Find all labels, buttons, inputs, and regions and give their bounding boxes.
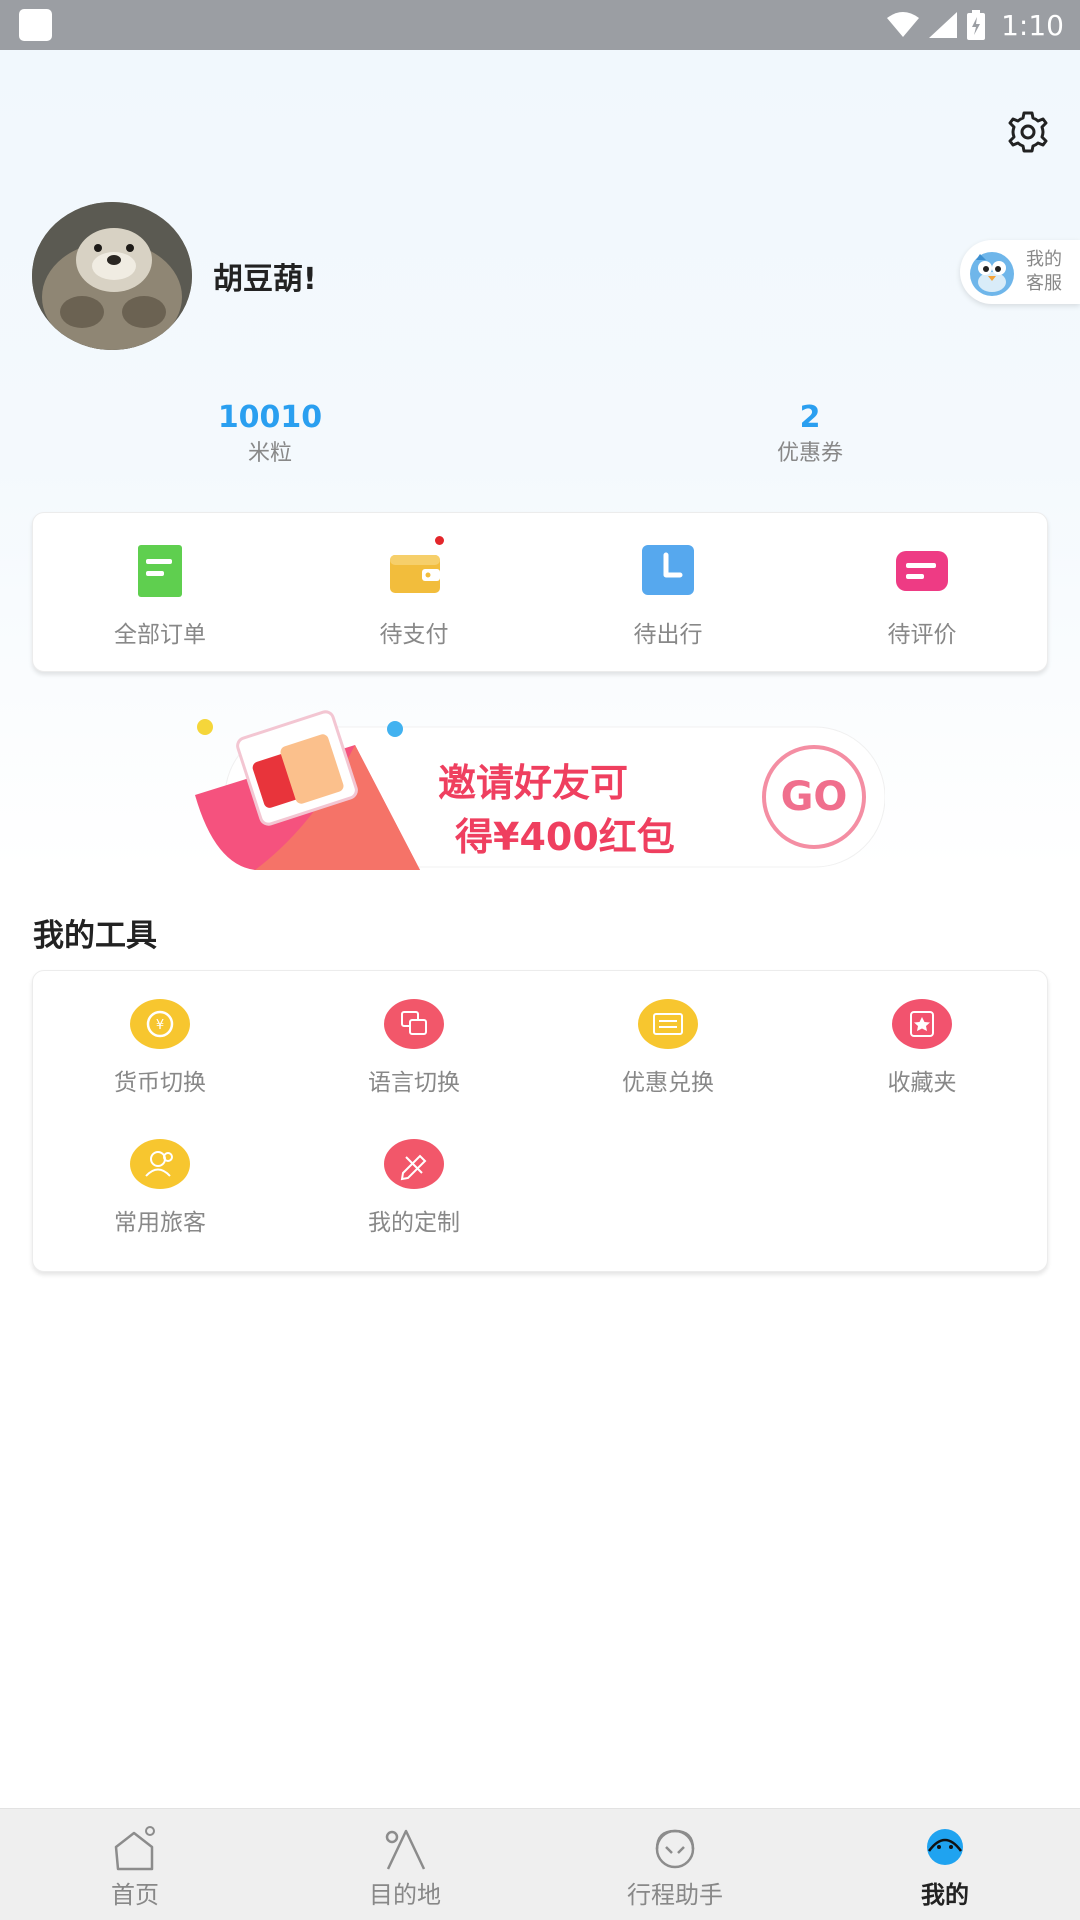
destination-icon <box>385 1829 426 1870</box>
order-pending-trip[interactable]: 待出行 <box>541 543 795 649</box>
tab-destination[interactable]: 目的地 <box>270 1809 540 1920</box>
comment-icon <box>896 551 948 591</box>
status-indicators: 1:10 <box>887 0 1064 50</box>
avatar[interactable] <box>32 202 192 350</box>
coupons-label: 优惠券 <box>776 441 843 466</box>
tab-destination-label: 目的地 <box>369 1881 441 1909</box>
status-time: 1:10 <box>1001 8 1064 42</box>
language-icon <box>384 999 444 1049</box>
customer-service-label: 我的 客服 <box>1026 249 1062 294</box>
tool-currency-label: 货币切换 <box>114 1070 206 1096</box>
tool-favorites[interactable]: 收藏夹 <box>795 999 1049 1097</box>
username: 胡豆葫! <box>213 262 317 297</box>
order-pending-trip-label: 待出行 <box>633 622 703 648</box>
points-stat[interactable]: 10010 米粒 <box>120 398 420 470</box>
wallet-icon <box>390 555 440 593</box>
assistant-icon <box>655 1829 695 1869</box>
custom-icon <box>384 1139 444 1189</box>
favorites-icon <box>892 999 952 1049</box>
order-list-icon <box>138 545 182 597</box>
tab-trip-assistant[interactable]: 行程助手 <box>540 1809 810 1920</box>
banner-line2: 得¥400红包 <box>455 815 675 859</box>
settings-gear-icon[interactable] <box>1004 108 1052 156</box>
tab-home[interactable]: 首页 <box>0 1809 270 1920</box>
bird-mascot-icon <box>970 252 1014 296</box>
signal-icon <box>929 12 958 38</box>
tool-customization[interactable]: 我的定制 <box>287 1139 541 1237</box>
banner-line1: 邀请好友可 <box>438 761 629 805</box>
tool-currency[interactable]: ¥ 货币切换 <box>33 999 287 1097</box>
points-value: 10010 <box>217 400 323 435</box>
customer-service-button[interactable]: 我的 客服 <box>960 240 1080 304</box>
avatar-image <box>32 202 192 350</box>
order-all-label: 全部订单 <box>114 622 206 648</box>
travelers-icon <box>130 1139 190 1189</box>
tab-home-label: 首页 <box>111 1881 159 1909</box>
order-all[interactable]: 全部订单 <box>33 543 287 649</box>
notification-icon <box>19 9 52 41</box>
tool-customization-label: 我的定制 <box>368 1210 460 1236</box>
tool-language-label: 语言切换 <box>368 1070 460 1096</box>
home-icon <box>114 1826 155 1871</box>
bottom-tab-bar: 首页 目的地 行程助手 我的 <box>0 1808 1080 1920</box>
tab-trip-assistant-label: 行程助手 <box>627 1881 723 1909</box>
banner-go-button[interactable]: GO <box>762 745 866 849</box>
tool-coupon-exchange-label: 优惠兑换 <box>622 1070 714 1096</box>
tab-profile[interactable]: 我的 <box>810 1809 1080 1920</box>
points-label: 米粒 <box>247 441 292 466</box>
tool-travelers-label: 常用旅客 <box>114 1210 206 1236</box>
tools-card: ¥ 货币切换 语言切换 优惠兑换 收藏夹 常用旅客 我的定制 <box>32 970 1048 1272</box>
battery-icon <box>967 10 986 40</box>
coupons-value: 2 <box>799 400 821 435</box>
clock-icon <box>642 545 694 595</box>
profile-icon <box>927 1829 963 1865</box>
order-pending-review[interactable]: 待评价 <box>795 543 1049 649</box>
orders-card: 全部订单 待支付 待出行 待评价 <box>32 512 1048 672</box>
tools-section-title: 我的工具 <box>33 918 157 954</box>
order-pending-review-label: 待评价 <box>887 622 957 648</box>
svg-text:¥: ¥ <box>156 1018 164 1033</box>
wifi-icon <box>887 12 920 37</box>
tool-language[interactable]: 语言切换 <box>287 999 541 1097</box>
ticket-icon <box>638 999 698 1049</box>
status-bar: 1:10 <box>0 0 1080 50</box>
coupons-stat[interactable]: 2 优惠券 <box>660 398 960 470</box>
unread-dot <box>435 536 444 545</box>
currency-icon: ¥ <box>130 999 190 1049</box>
order-pending-payment-label: 待支付 <box>379 622 449 648</box>
order-pending-payment[interactable]: 待支付 <box>287 543 541 649</box>
tool-travelers[interactable]: 常用旅客 <box>33 1139 287 1237</box>
tab-profile-label: 我的 <box>921 1881 969 1909</box>
tool-coupon-exchange[interactable]: 优惠兑换 <box>541 999 795 1097</box>
tool-favorites-label: 收藏夹 <box>887 1070 957 1096</box>
